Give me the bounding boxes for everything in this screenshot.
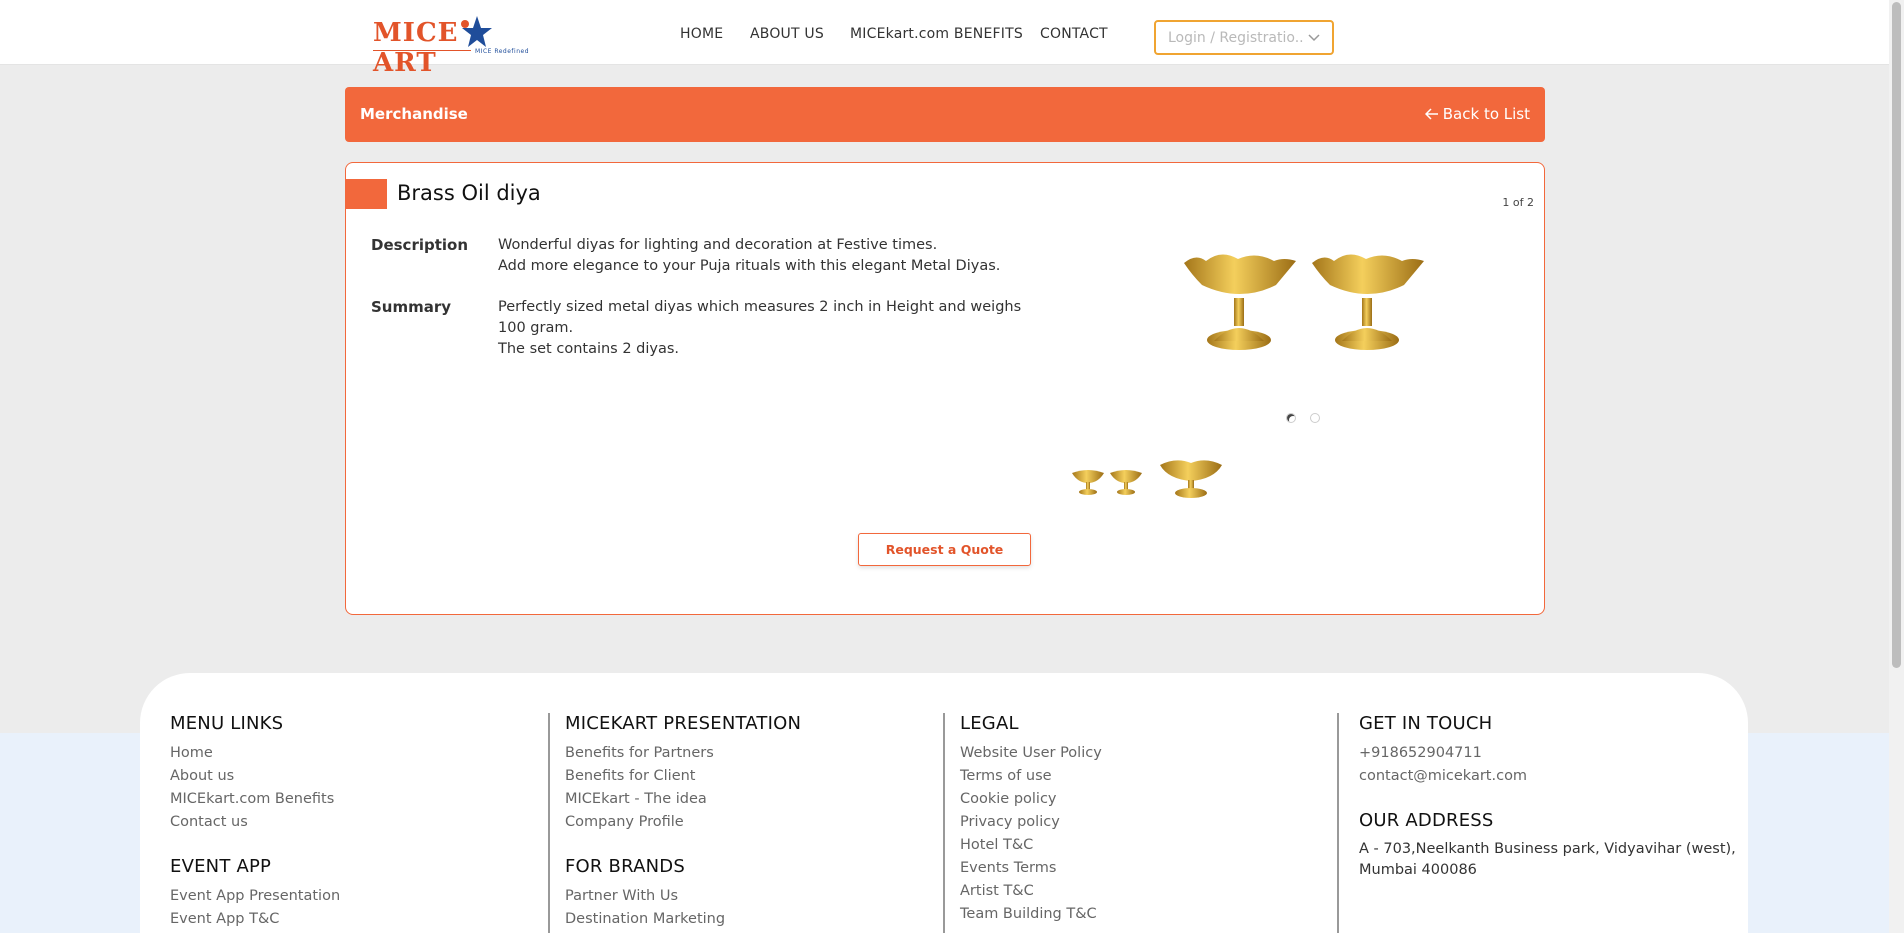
page-scrollbar[interactable] — [1889, 0, 1904, 933]
footer-heading-address: OUR ADDRESS — [1359, 810, 1494, 831]
product-detail-card: Brass Oil diya 1 of 2 Description Wonder… — [345, 162, 1545, 615]
category-title: Merchandise — [360, 105, 468, 123]
description-line: Add more elegance to your Puja rituals w… — [498, 258, 1001, 274]
category-header-bar: Merchandise Back to List — [345, 87, 1545, 142]
carousel-dot-1[interactable] — [1286, 413, 1296, 423]
summary-line: The set contains 2 diyas. — [498, 341, 680, 357]
footer-link-the-idea[interactable]: MICEkart - The idea — [565, 788, 801, 811]
footer-link-event-app-presentation[interactable]: Event App Presentation — [170, 885, 340, 908]
footer-link-cookie-policy[interactable]: Cookie policy — [960, 788, 1102, 811]
footer-heading-event-app: EVENT APP — [170, 856, 272, 877]
image-counter: 1 of 2 — [1502, 196, 1534, 209]
thumbnail-image-1[interactable] — [1070, 465, 1145, 500]
footer-link-hotel-tc[interactable]: Hotel T&C — [960, 834, 1102, 857]
arrow-left-icon — [1424, 108, 1438, 120]
footer-link-benefits-client[interactable]: Benefits for Client — [565, 765, 801, 788]
footer-link-about[interactable]: About us — [170, 765, 340, 788]
footer-link-terms-of-use[interactable]: Terms of use — [960, 765, 1102, 788]
carousel-indicators — [1286, 413, 1320, 423]
footer-address-line: Mumbai 400086 — [1359, 862, 1477, 878]
footer-divider — [943, 713, 945, 933]
summary-line: Perfectly sized metal diyas which measur… — [498, 299, 1022, 336]
footer-link-home[interactable]: Home — [170, 742, 340, 765]
nav-benefits[interactable]: MICEkart.com BENEFITS — [850, 26, 1023, 42]
nav-about-us[interactable]: ABOUT US — [750, 26, 824, 42]
scrollbar-thumb[interactable] — [1892, 2, 1901, 668]
footer-heading-menu-links: MENU LINKS — [170, 713, 284, 734]
footer-address-line: A - 703,Neelkanth Business park, Vidyavi… — [1359, 841, 1736, 857]
footer-divider — [1337, 713, 1339, 933]
product-title: Brass Oil diya — [397, 181, 541, 205]
site-footer: MENU LINKS Home About us MICEkart.com Be… — [140, 673, 1748, 933]
footer-link-privacy-policy[interactable]: Privacy policy — [960, 811, 1102, 834]
footer-link-team-building-tc[interactable]: Team Building T&C — [960, 903, 1102, 926]
footer-link-artist-tc[interactable]: Artist T&C — [960, 880, 1102, 903]
footer-email-link[interactable]: contact@micekart.com — [1359, 765, 1739, 788]
footer-divider — [548, 713, 550, 933]
product-main-image[interactable] — [1176, 243, 1436, 363]
footer-heading-get-in-touch: GET IN TOUCH — [1359, 713, 1493, 734]
description-label: Description — [371, 236, 469, 254]
footer-col-menu: MENU LINKS Home About us MICEkart.com Be… — [170, 713, 340, 931]
thumbnail-image-2[interactable] — [1156, 457, 1226, 501]
top-navbar: MICEART MICE Redefined HOME ABOUT US MIC… — [0, 0, 1889, 78]
footer-col-presentation: MICEKART PRESENTATION Benefits for Partn… — [565, 713, 801, 931]
nav-home[interactable]: HOME — [680, 26, 723, 42]
summary-text: Perfectly sized metal diyas which measur… — [498, 297, 1038, 360]
description-line: Wonderful diyas for lighting and decorat… — [498, 237, 938, 253]
chevron-down-icon — [1308, 33, 1320, 41]
footer-link-event-app-tc[interactable]: Event App T&C — [170, 908, 340, 931]
footer-phone-link[interactable]: +918652904711 — [1359, 742, 1739, 765]
request-quote-button[interactable]: Request a Quote — [858, 533, 1031, 566]
nav-contact[interactable]: CONTACT — [1040, 26, 1108, 42]
logo-tagline: MICE Redefined — [475, 48, 530, 55]
login-dropdown-label: Login / Registratio... — [1168, 29, 1304, 46]
summary-label: Summary — [371, 298, 452, 316]
footer-link-benefits[interactable]: MICEkart.com Benefits — [170, 788, 340, 811]
description-text: Wonderful diyas for lighting and decorat… — [498, 235, 1038, 277]
back-to-list-label: Back to List — [1442, 105, 1530, 123]
footer-link-website-user-policy[interactable]: Website User Policy — [960, 742, 1102, 765]
footer-link-contact[interactable]: Contact us — [170, 811, 340, 834]
footer-link-destination-marketing[interactable]: Destination Marketing — [565, 908, 801, 931]
footer-heading-for-brands: FOR BRANDS — [565, 856, 685, 877]
title-accent-block — [346, 179, 387, 209]
back-to-list-link[interactable]: Back to List — [1424, 105, 1530, 123]
footer-col-legal: LEGAL Website User Policy Terms of use C… — [960, 713, 1102, 926]
footer-link-partner-with-us[interactable]: Partner With Us — [565, 885, 801, 908]
logo-underline — [373, 50, 471, 51]
footer-heading-presentation: MICEKART PRESENTATION — [565, 713, 802, 734]
footer-heading-legal: LEGAL — [960, 713, 1019, 734]
footer-link-events-terms[interactable]: Events Terms — [960, 857, 1102, 880]
micekart-logo[interactable]: MICEART MICE Redefined — [373, 14, 545, 78]
footer-link-company-profile[interactable]: Company Profile — [565, 811, 801, 834]
login-registration-dropdown[interactable]: Login / Registratio... — [1154, 20, 1334, 55]
logo-star-icon — [461, 16, 492, 47]
carousel-dot-2[interactable] — [1310, 413, 1320, 423]
footer-col-contact: GET IN TOUCH +918652904711 contact@micek… — [1359, 713, 1739, 881]
footer-link-benefits-partners[interactable]: Benefits for Partners — [565, 742, 801, 765]
